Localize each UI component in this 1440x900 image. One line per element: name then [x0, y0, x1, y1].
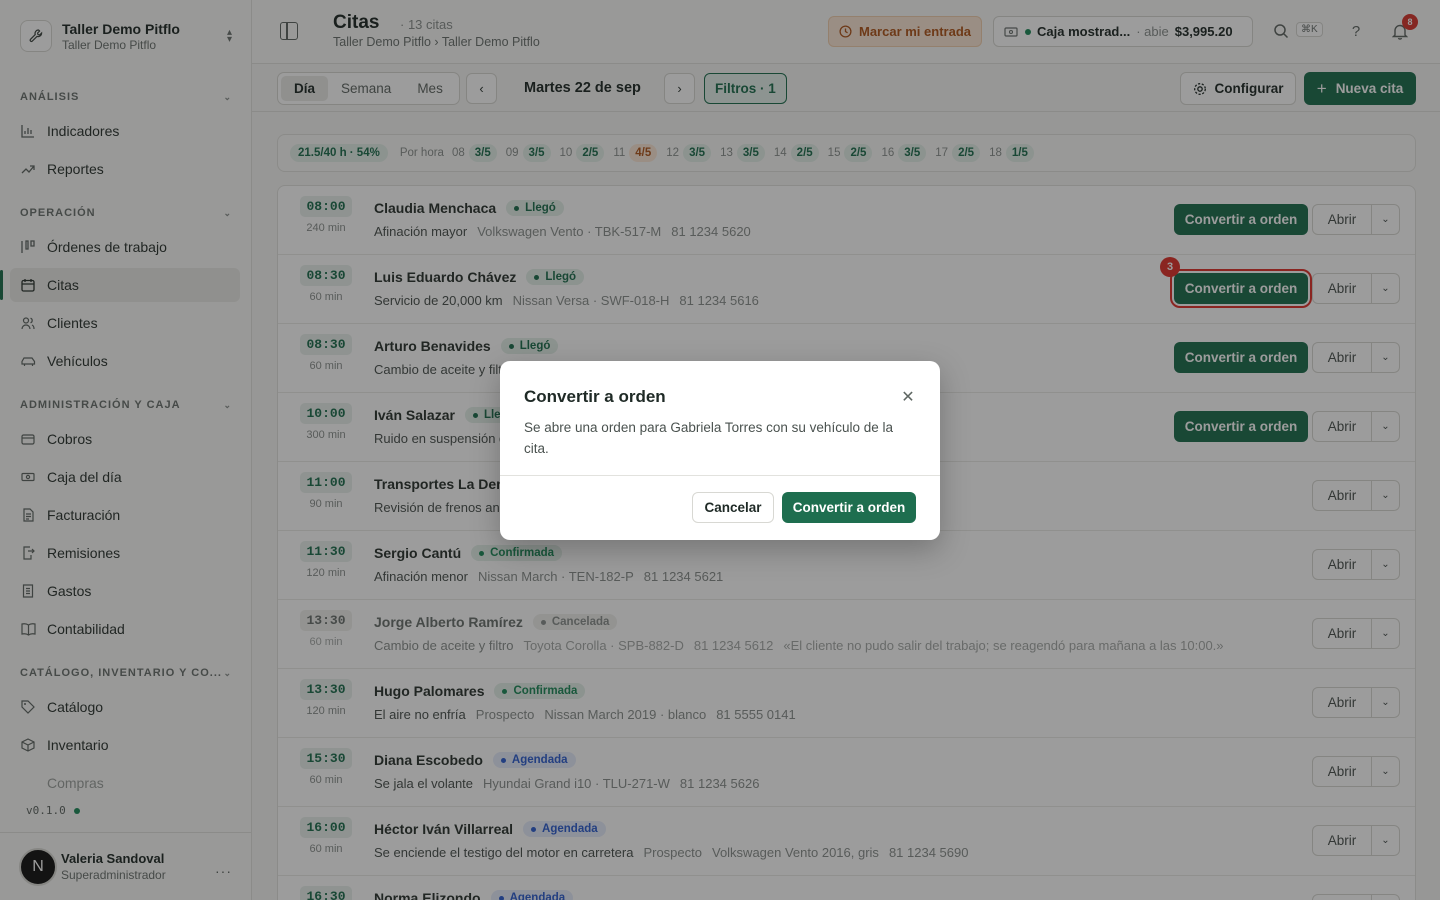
convert-dialog: Convertir a orden ✕ Se abre una orden pa… [500, 361, 940, 540]
divider [500, 475, 940, 476]
cancel-button[interactable]: Cancelar [692, 492, 774, 523]
dialog-body: Se abre una orden para Gabriela Torres c… [524, 420, 893, 456]
dialog-title: Convertir a orden [524, 387, 666, 406]
confirm-convert-button[interactable]: Convertir a orden [782, 492, 916, 523]
close-icon[interactable]: ✕ [900, 389, 916, 406]
